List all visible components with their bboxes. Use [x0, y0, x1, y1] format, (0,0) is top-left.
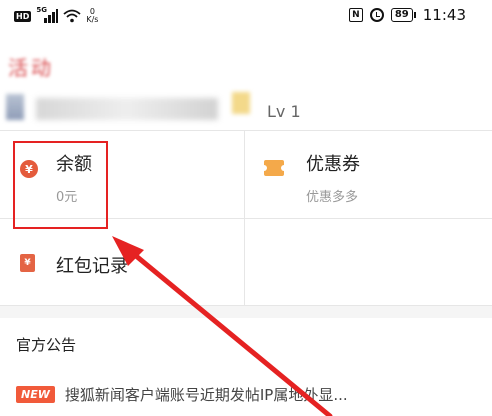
announcement-title: 官方公告 [16, 336, 77, 354]
network-speed: 0 K/s [86, 7, 99, 24]
section-divider [0, 306, 492, 318]
alarm-icon [369, 8, 384, 22]
wifi-icon [63, 9, 81, 23]
profile-header: 活动 Lv 1 [0, 34, 492, 130]
coupon-cell[interactable]: 优惠券 优惠多多 [245, 130, 492, 218]
user-level: Lv 1 [267, 102, 301, 121]
coupon-subtitle: 优惠多多 [306, 190, 359, 205]
network-type-label: 5G [36, 6, 47, 14]
highlight-box [13, 141, 108, 229]
hd-icon: HD [14, 10, 32, 22]
nfc-icon: N [348, 8, 363, 22]
balance-cell[interactable]: ¥ 余额 0元 [0, 130, 244, 229]
news-item[interactable]: NEW 搜狐新闻客户端账号近期发帖IP属地外显... [16, 384, 348, 405]
status-bar: HD 5G 0 K/s N 89 11:43 [0, 0, 492, 34]
wallet-grid: ¥ 余额 0元 优惠券 优惠多多 ¥ 红包记录 [0, 130, 492, 306]
page-title: 活动 [8, 56, 54, 80]
new-badge: NEW [16, 386, 55, 403]
battery-icon: 89 [390, 8, 416, 22]
username-blurred [36, 98, 218, 120]
avatar[interactable] [6, 94, 24, 120]
red-packet-cell[interactable]: ¥ 红包记录 [0, 219, 244, 305]
news-headline: 搜狐新闻客户端账号近期发帖IP属地外显... [64, 386, 348, 404]
vip-badge [232, 92, 250, 114]
battery-level: 89 [390, 8, 413, 22]
coupon-icon [261, 160, 287, 176]
coupon-title: 优惠券 [306, 154, 360, 175]
red-packet-title: 红包记录 [56, 256, 128, 277]
signal-icon: 5G [36, 6, 59, 23]
red-packet-icon: ¥ [20, 254, 35, 272]
status-time: 11:43 [422, 6, 466, 24]
